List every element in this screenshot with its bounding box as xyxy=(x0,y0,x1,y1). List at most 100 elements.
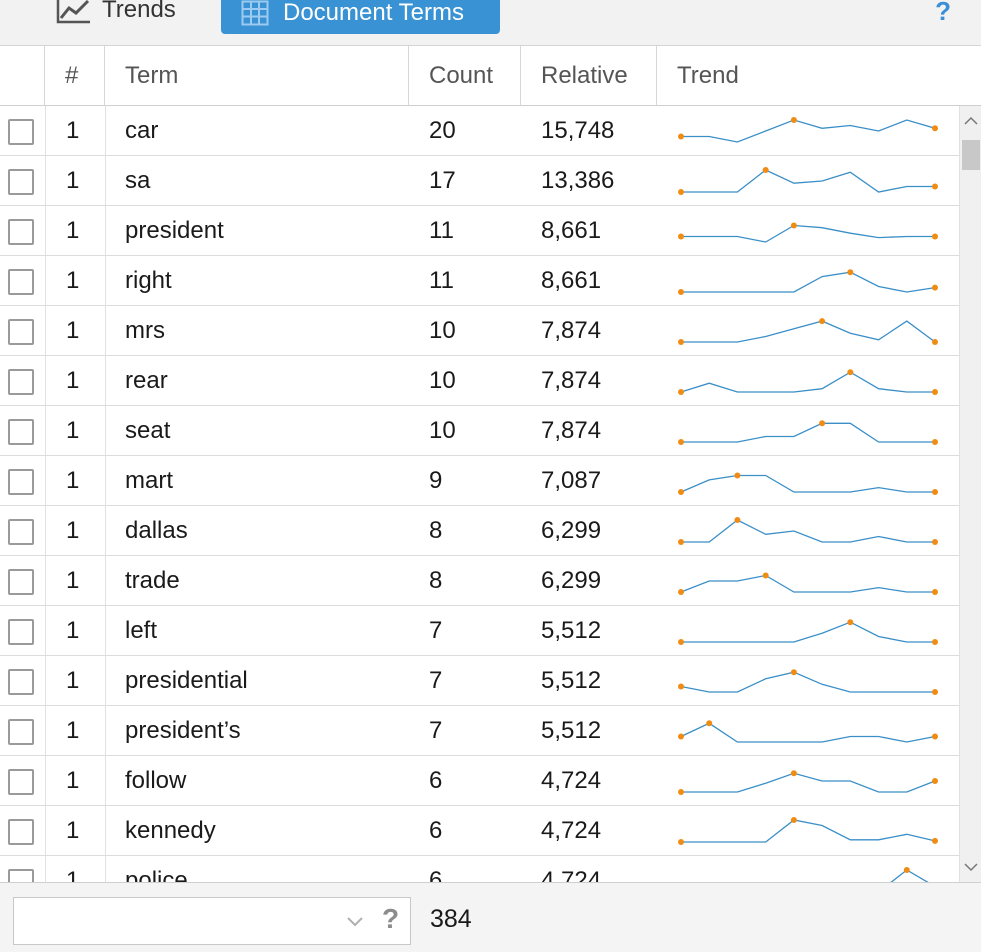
column-divider xyxy=(105,556,106,606)
trend-sparkline xyxy=(678,420,938,445)
row-checkbox[interactable] xyxy=(8,669,34,695)
table-row[interactable]: 1 sa 17 13,386 xyxy=(0,156,959,206)
column-divider xyxy=(105,856,106,882)
table-row[interactable]: 1 rear 10 7,874 xyxy=(0,356,959,406)
cell-relative: 7,874 xyxy=(541,367,602,394)
term-search-input[interactable] xyxy=(14,898,324,944)
table-row[interactable]: 1 kennedy 6 4,724 xyxy=(0,806,959,856)
sparkline-point xyxy=(932,389,938,395)
column-divider xyxy=(105,156,106,206)
sparkline-path xyxy=(681,320,936,343)
sparkline-point xyxy=(932,539,938,545)
cell-term: left xyxy=(125,617,158,644)
sparkline-point xyxy=(678,683,684,690)
column-divider xyxy=(105,106,106,156)
row-checkbox[interactable] xyxy=(8,419,34,445)
help-button[interactable]: ? xyxy=(935,0,951,27)
row-checkbox[interactable] xyxy=(8,769,34,795)
sparkline-point xyxy=(678,189,684,195)
column-header-trend[interactable]: Trend xyxy=(657,46,981,106)
sparkline-point xyxy=(932,489,938,495)
column-header-term[interactable]: Term xyxy=(105,46,409,106)
column-divider xyxy=(105,206,106,256)
sparkline-point xyxy=(706,720,713,727)
cell-index: 1 xyxy=(66,267,80,294)
cell-count: 10 xyxy=(429,417,456,444)
row-checkbox[interactable] xyxy=(8,619,34,645)
tab-trends[interactable]: Trends xyxy=(56,0,176,28)
trend-sparkline xyxy=(678,572,938,595)
column-header-relative[interactable]: Relative xyxy=(521,46,657,106)
table-row[interactable]: 1 police 6 4,724 xyxy=(0,856,959,882)
table-row[interactable]: 1 follow 6 4,724 xyxy=(0,756,959,806)
sparkline-point xyxy=(762,572,769,579)
sparkline-point xyxy=(678,589,684,595)
table-row[interactable]: 1 dallas 8 6,299 xyxy=(0,506,959,556)
tab-document-terms-label: Document Terms xyxy=(283,0,464,26)
column-divider xyxy=(45,206,46,256)
table-row[interactable]: 1 president 11 8,661 xyxy=(0,206,959,256)
sparkline-path xyxy=(890,869,929,882)
sparkline-point xyxy=(847,369,854,376)
trend-sparkline xyxy=(678,222,938,243)
scroll-thumb[interactable] xyxy=(962,140,980,170)
column-divider xyxy=(105,256,106,306)
sparkline-point xyxy=(847,619,854,626)
cell-relative: 5,512 xyxy=(541,617,602,644)
row-checkbox[interactable] xyxy=(8,319,34,345)
row-checkbox[interactable] xyxy=(8,219,34,245)
table-row[interactable]: 1 mart 9 7,087 xyxy=(0,456,959,506)
cell-index: 1 xyxy=(66,367,80,394)
tab-document-terms[interactable]: Document Terms xyxy=(221,0,500,34)
cell-term: trade xyxy=(125,567,180,594)
row-checkbox[interactable] xyxy=(8,869,34,882)
column-divider xyxy=(105,356,106,406)
cell-relative: 4,724 xyxy=(541,817,602,844)
row-checkbox[interactable] xyxy=(8,719,34,745)
search-help-icon[interactable]: ? xyxy=(382,903,399,935)
vertical-scrollbar[interactable] xyxy=(959,106,981,882)
sparkline-point xyxy=(790,817,797,823)
cell-relative: 7,874 xyxy=(541,417,602,444)
row-checkbox[interactable] xyxy=(8,469,34,495)
sparkline-point xyxy=(932,439,938,445)
row-checkbox[interactable] xyxy=(8,369,34,395)
chevron-down-icon[interactable] xyxy=(344,910,366,932)
cell-term: right xyxy=(125,267,172,294)
row-checkbox[interactable] xyxy=(8,569,34,595)
scroll-down-arrow-icon[interactable] xyxy=(960,856,981,878)
column-divider xyxy=(45,156,46,206)
column-divider xyxy=(105,456,106,506)
sparkline-point xyxy=(790,669,797,676)
row-checkbox[interactable] xyxy=(8,819,34,845)
table-row[interactable]: 1 right 11 8,661 xyxy=(0,256,959,306)
table-row[interactable]: 1 seat 10 7,874 xyxy=(0,406,959,456)
column-header-index[interactable]: # xyxy=(45,46,105,106)
row-checkbox[interactable] xyxy=(8,119,34,145)
table-row[interactable]: 1 presidential 7 5,512 xyxy=(0,656,959,706)
row-checkbox[interactable] xyxy=(8,169,34,195)
table-row[interactable]: 1 mrs 10 7,874 xyxy=(0,306,959,356)
table-row[interactable]: 1 car 20 15,748 xyxy=(0,106,959,156)
table-row[interactable]: 1 president’s 7 5,512 xyxy=(0,706,959,756)
sparkline-point xyxy=(734,472,741,479)
cell-count: 8 xyxy=(429,567,443,594)
cell-count: 7 xyxy=(429,667,443,694)
cell-count: 10 xyxy=(429,317,456,344)
term-search-combo[interactable]: ? xyxy=(13,897,411,945)
sparkline-point xyxy=(678,639,684,645)
row-checkbox[interactable] xyxy=(8,269,34,295)
column-header-count[interactable]: Count xyxy=(409,46,521,106)
table-row[interactable]: 1 left 7 5,512 xyxy=(0,606,959,656)
sparkline-point xyxy=(734,517,741,523)
column-divider xyxy=(45,506,46,556)
sparkline-path xyxy=(680,371,935,393)
row-checkbox[interactable] xyxy=(8,519,34,545)
sparkline-path xyxy=(680,474,935,493)
scroll-up-arrow-icon[interactable] xyxy=(960,110,981,132)
table-row[interactable]: 1 trade 8 6,299 xyxy=(0,556,959,606)
sparkline-point xyxy=(678,389,684,395)
trend-sparkline xyxy=(678,117,938,143)
column-divider xyxy=(45,706,46,756)
column-divider xyxy=(105,706,106,756)
